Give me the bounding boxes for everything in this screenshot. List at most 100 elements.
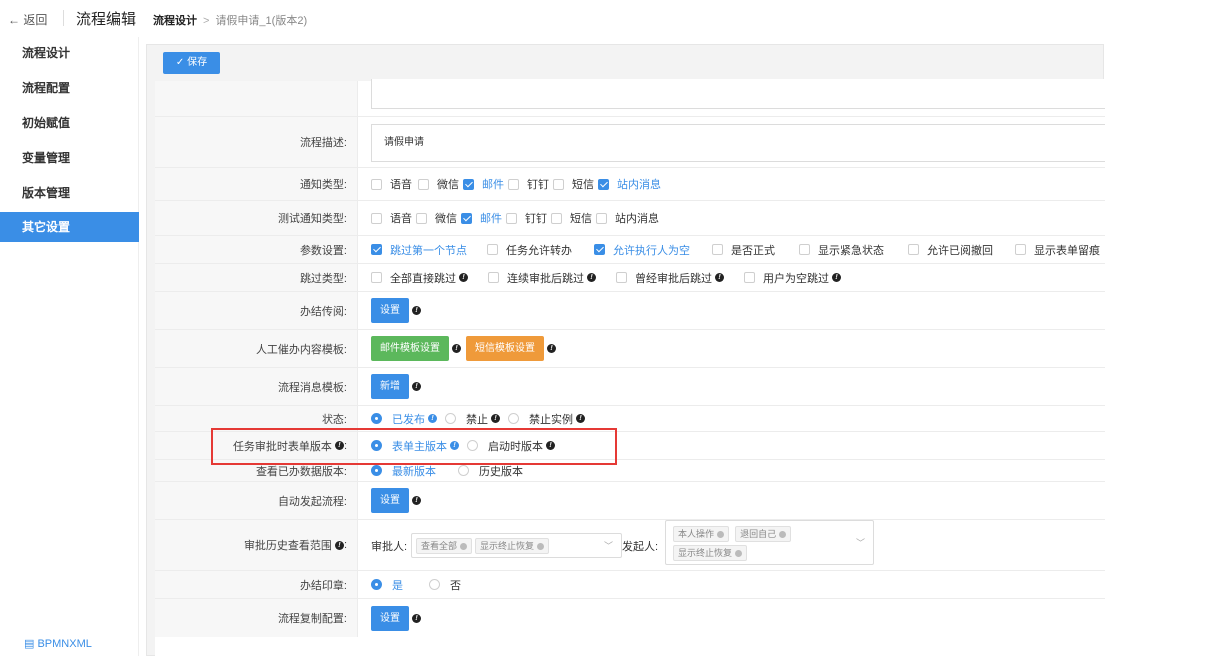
info-icon[interactable]: ! (576, 414, 585, 423)
checkbox[interactable] (371, 178, 382, 190)
checkbox[interactable] (371, 272, 382, 283)
checkbox[interactable] (488, 272, 499, 283)
info-icon[interactable]: ! (491, 414, 500, 423)
radio[interactable] (458, 465, 469, 476)
circulate-set-button[interactable]: 设置 (371, 298, 409, 323)
checkbox[interactable] (596, 212, 607, 224)
sidebar-item-flow-design[interactable]: 流程设计 (0, 38, 139, 68)
notify-dingtalk[interactable]: 钉钉 (508, 176, 549, 192)
skip-empty-user[interactable]: 用户为空跳过! (744, 270, 841, 286)
sidebar-item-versions[interactable]: 版本管理 (0, 178, 139, 208)
checkbox[interactable] (487, 244, 498, 255)
info-icon[interactable]: ! (459, 273, 468, 282)
tag-close-icon[interactable] (779, 531, 787, 538)
save-button[interactable]: ✓ 保存 (163, 52, 220, 74)
notify-inbox[interactable]: 站内消息 (598, 176, 661, 192)
checkbox[interactable] (799, 244, 810, 255)
status-disabled[interactable]: 禁止! (441, 411, 500, 427)
status-disabled-instance[interactable]: 禁止实例! (504, 411, 585, 427)
chevron-down-icon[interactable]: ﹀ (856, 536, 865, 549)
seal-no[interactable]: 否 (429, 577, 461, 593)
tag-close-icon[interactable] (717, 531, 725, 538)
notify-voice[interactable]: 语音 (371, 176, 412, 192)
checkbox-checked[interactable] (598, 178, 609, 190)
radio[interactable] (508, 413, 519, 424)
checkbox[interactable] (712, 244, 723, 255)
checkbox-checked[interactable] (463, 178, 474, 190)
breadcrumb-current[interactable]: 流程设计 (153, 15, 197, 27)
skip-all[interactable]: 全部直接跳过! (371, 270, 468, 286)
approver-select[interactable]: 查看全部 显示终止恢复 ﹀ (411, 533, 622, 558)
sidebar-item-initial-values[interactable]: 初始赋值 (0, 108, 139, 138)
info-icon[interactable]: ! (412, 382, 421, 391)
radio-selected[interactable] (371, 579, 382, 590)
auto-start-set-button[interactable]: 设置 (371, 488, 409, 513)
checkbox-checked[interactable] (594, 244, 605, 255)
checkbox[interactable] (371, 212, 382, 224)
checkbox[interactable] (553, 178, 564, 190)
test-notify-wechat[interactable]: 微信 (416, 210, 457, 226)
initiator-select[interactable]: 本人操作 退回自己 显示终止恢复 ﹀ (665, 520, 874, 565)
notify-sms[interactable]: 短信 (553, 176, 594, 192)
test-notify-sms[interactable]: 短信 (551, 210, 592, 226)
back-link[interactable]: ← 返回 (8, 11, 47, 28)
sidebar-item-variables[interactable]: 变量管理 (0, 143, 139, 173)
checkbox[interactable] (508, 178, 519, 190)
add-template-button[interactable]: 新增 (371, 374, 409, 399)
checkbox[interactable] (551, 212, 562, 224)
param-show-form-trace[interactable]: 显示表单留痕 (1015, 242, 1100, 258)
info-icon[interactable]: ! (334, 540, 344, 550)
test-notify-inbox[interactable]: 站内消息 (596, 210, 659, 226)
radio[interactable] (445, 413, 456, 424)
param-skip-first[interactable]: 跳过第一个节点 (371, 242, 467, 258)
test-notify-voice[interactable]: 语音 (371, 210, 412, 226)
seal-yes[interactable]: 是 (371, 577, 403, 593)
description-textarea[interactable]: 请假申请 (371, 124, 1105, 162)
checkbox[interactable] (1015, 244, 1026, 255)
checkbox-checked[interactable] (371, 244, 382, 255)
radio-selected[interactable] (371, 465, 382, 476)
skip-consecutive[interactable]: 连续审批后跳过! (488, 270, 596, 286)
sidebar-item-flow-config[interactable]: 流程配置 (0, 73, 139, 103)
info-icon[interactable]: ! (587, 273, 596, 282)
notify-email[interactable]: 邮件 (463, 176, 504, 192)
sidebar-item-other-settings[interactable]: 其它设置 (0, 212, 139, 242)
tag-close-icon[interactable] (735, 550, 743, 557)
checkbox[interactable] (506, 212, 517, 224)
textarea-above[interactable] (371, 79, 1105, 109)
checkbox[interactable] (744, 272, 755, 283)
checkbox[interactable] (416, 212, 427, 224)
test-notify-email[interactable]: 邮件 (461, 210, 502, 226)
info-icon[interactable]: ! (428, 414, 437, 423)
info-icon[interactable]: ! (412, 613, 421, 623)
param-allow-read-withdraw[interactable]: 允许已阅撤回 (908, 242, 993, 258)
skip-previously-approved[interactable]: 曾经审批后跳过! (616, 270, 724, 286)
radio[interactable] (429, 579, 440, 590)
bpmn-xml-link[interactable]: ▤ BPMNXML (24, 637, 92, 650)
tag-close-icon[interactable] (537, 542, 545, 550)
tag-close-icon[interactable] (460, 542, 468, 550)
info-icon[interactable]: ! (547, 344, 556, 353)
chevron-down-icon[interactable]: ﹀ (604, 539, 613, 552)
status-published[interactable]: 已发布! (371, 411, 437, 427)
param-show-urgent[interactable]: 显示紧急状态 (799, 242, 884, 258)
info-icon[interactable]: ! (412, 496, 421, 505)
checkbox[interactable] (908, 244, 919, 255)
sms-template-button[interactable]: 短信模板设置 (466, 336, 544, 361)
checkbox[interactable] (616, 272, 627, 283)
info-icon[interactable]: ! (452, 344, 461, 353)
info-icon[interactable]: ! (832, 273, 841, 282)
param-allow-transfer[interactable]: 任务允许转办 (487, 242, 572, 258)
option-label: 站内消息 (617, 179, 661, 191)
param-allow-empty-assignee[interactable]: 允许执行人为空 (594, 242, 690, 258)
copy-config-set-button[interactable]: 设置 (371, 605, 409, 631)
info-icon[interactable]: ! (715, 273, 724, 282)
notify-wechat[interactable]: 微信 (416, 176, 459, 192)
checkbox-checked[interactable] (461, 212, 472, 224)
test-notify-dingtalk[interactable]: 钉钉 (506, 210, 547, 226)
email-template-button[interactable]: 邮件模板设置 (371, 336, 449, 361)
radio-selected[interactable] (371, 413, 382, 424)
checkbox[interactable] (418, 178, 429, 190)
param-is-formal[interactable]: 是否正式 (712, 242, 775, 258)
info-icon[interactable]: ! (412, 306, 421, 315)
